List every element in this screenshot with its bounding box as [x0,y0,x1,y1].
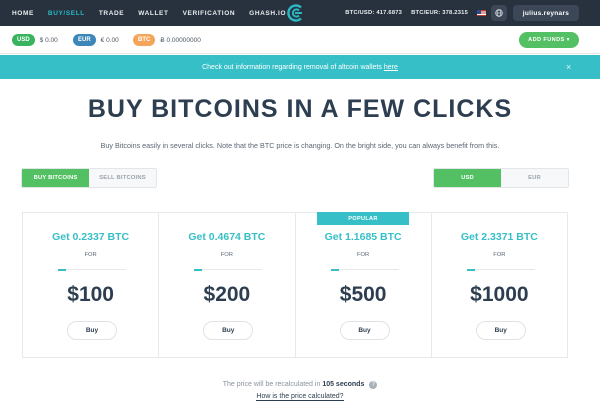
nav-wallet[interactable]: WALLET [138,10,168,17]
currency-toggle: USD EUR [433,168,569,188]
nav-home[interactable]: HOME [12,10,34,17]
nav-buy-sell[interactable]: BUY/SELL [48,10,85,17]
price-calc-link[interactable]: How is the price calculated? [256,393,344,401]
tab-buy-bitcoins[interactable]: BUY BITCOINS [22,169,89,187]
package-slider-fill [466,268,475,271]
package-slider[interactable] [194,268,263,271]
package-slider[interactable] [58,268,126,271]
package-btc-amount: Get 1.1685 BTC [324,231,402,243]
package-slider[interactable] [330,268,399,271]
exchange-rates: BTC/USD: 417.6873 BTC/EUR: 378.2315 [345,0,486,26]
currency-badge-eur[interactable]: EUR [73,34,96,46]
help-icon[interactable]: ? [369,381,378,389]
balance-bar: USD $ 0.00 EUR € 0.00 BTC Ƀ 0.00000000 [0,26,600,54]
info-alert-banner: Check out information regarding removal … [0,55,600,79]
alert-link[interactable]: here [384,64,398,71]
nav-trade[interactable]: TRADE [99,10,124,17]
tab-eur[interactable]: EUR [501,169,568,187]
package-for-label: FOR [493,252,506,258]
page-subtitle: Buy Bitcoins easily in several clicks. N… [100,141,500,150]
buy-button-500[interactable]: Buy [339,321,390,340]
alert-text: Check out information regarding removal … [202,63,382,71]
buy-button-100[interactable]: Buy [67,321,117,340]
recalc-prefix: The price will be recalculated in [222,381,321,388]
recalc-countdown: 105 seconds [322,381,365,388]
page-title: BUY BITCOINS IN A FEW CLICKS [87,95,513,123]
package-btc-amount: Get 0.2337 BTC [52,231,130,243]
package-card-1000: Get 2.3371 BTC FOR $1000 Buy [432,213,567,357]
nav-ghash[interactable]: GHASH.IO [249,10,286,17]
user-menu-button[interactable]: julius.reynars [513,5,579,21]
package-slider-fill [58,268,67,271]
balance-amount-eur: € 0.00 [100,36,119,44]
package-for-label: FOR [357,252,370,258]
balance-amount-btc: Ƀ 0.00000000 [160,36,201,44]
close-icon[interactable]: × [566,62,571,72]
package-for-label: FOR [84,252,97,258]
package-slider-fill [330,268,339,271]
us-flag-icon[interactable] [477,10,486,16]
rate-btc-usd: BTC/USD: 417.6873 [345,10,403,16]
balance-usd: USD $ 0.00 [12,34,58,46]
package-cards: Get 0.2337 BTC FOR $100 Buy Get 0.4674 B… [22,212,568,358]
price-calc-link-row: How is the price calculated? [0,393,600,401]
settings-globe-button[interactable] [491,5,507,21]
tab-sell-bitcoins[interactable]: SELL BITCOINS [89,169,156,187]
popular-badge: POPULAR [317,212,409,225]
rate-btc-eur: BTC/EUR: 378.2315 [411,10,468,16]
package-price: $200 [203,283,251,306]
package-price: $100 [67,283,114,306]
tab-usd[interactable]: USD [434,169,501,187]
recalc-notice: The price will be recalculated in 105 se… [0,381,600,389]
currency-badge-btc[interactable]: BTC [133,34,156,46]
balance-amount-usd: $ 0.00 [39,36,58,44]
package-slider-fill [194,268,203,271]
currency-badge-usd[interactable]: USD [12,34,35,46]
main-nav: HOME BUY/SELL TRADE WALLET VERIFICATION … [0,10,286,17]
package-for-label: FOR [220,252,233,258]
buy-button-1000[interactable]: Buy [475,321,526,340]
buy-button-200[interactable]: Buy [203,321,254,340]
package-card-500: Get 1.1685 BTC FOR $500 Buy [296,213,432,357]
package-btc-amount: Get 2.3371 BTC [460,231,538,243]
package-card-200: Get 0.4674 BTC FOR $200 Buy [159,213,296,357]
nav-verification[interactable]: VERIFICATION [183,10,236,17]
package-card-100: Get 0.2337 BTC FOR $100 Buy [23,213,160,357]
cex-logo-icon[interactable] [286,3,306,23]
balance-btc: BTC Ƀ 0.00000000 [133,34,201,46]
package-price: $1000 [470,283,529,306]
globe-icon [495,9,503,17]
package-price: $500 [339,283,387,306]
package-slider[interactable] [466,268,535,271]
balance-eur: EUR € 0.00 [73,34,119,46]
package-btc-amount: Get 0.4674 BTC [188,231,266,243]
add-funds-button[interactable]: ADD FUNDS ▾ [519,32,579,48]
buy-sell-toggle: BUY BITCOINS SELL BITCOINS [21,168,157,188]
top-navbar: HOME BUY/SELL TRADE WALLET VERIFICATION … [0,0,600,26]
